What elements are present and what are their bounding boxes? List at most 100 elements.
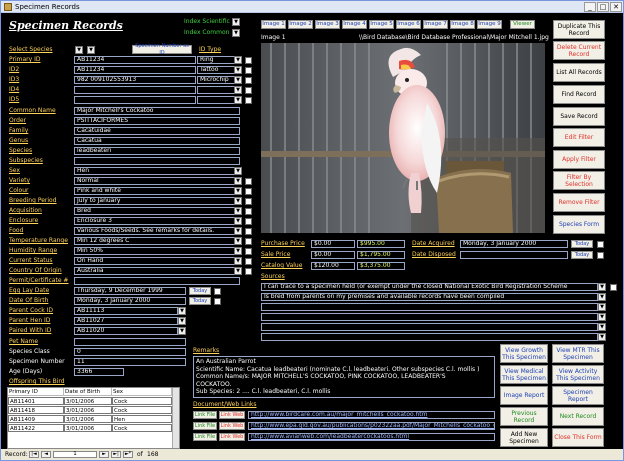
id3-type-field[interactable]: Microchip xyxy=(197,76,235,84)
offspring-id[interactable]: AB11409 xyxy=(8,415,64,423)
variety-field[interactable]: Normal xyxy=(74,177,235,185)
date-disposed-today-button[interactable]: Today xyxy=(571,251,593,259)
parent-hen-id-dropdown[interactable]: ▼ xyxy=(178,317,186,325)
view-growth-button[interactable]: View Growth This Specimen xyxy=(500,344,548,363)
first-record-icon[interactable]: |◄ xyxy=(29,451,39,458)
table-row[interactable]: AB11401 3/01/2006 Cock xyxy=(8,397,181,405)
tab-image-2[interactable]: Image 2 xyxy=(288,20,313,29)
filter-by-selection-button[interactable]: Filter By Selection xyxy=(553,171,605,190)
colour-checkbox[interactable] xyxy=(245,188,252,195)
tab-image-5[interactable]: Image 5 xyxy=(369,20,394,29)
source-line-1-checkbox[interactable] xyxy=(610,284,617,291)
food-field[interactable]: Various Foods/Seeds. See remarks for det… xyxy=(74,227,235,235)
parent-cock-id-field[interactable]: AB11113 xyxy=(74,307,178,315)
variety-checkbox[interactable] xyxy=(245,178,252,185)
species-class-field[interactable]: 0 xyxy=(74,348,186,356)
acquisition-field[interactable]: Bred xyxy=(74,207,235,215)
offspring-sex[interactable]: Cock xyxy=(112,424,172,432)
order-field[interactable]: PSITTACIFORMES xyxy=(74,117,240,125)
minimize-button[interactable]: _ xyxy=(584,2,596,12)
link-file-button-3[interactable]: Link File xyxy=(193,433,217,441)
link-file-button-1[interactable]: Link File xyxy=(193,411,217,419)
offspring-dob[interactable]: 3/01/2006 xyxy=(64,406,112,414)
specimen-number-as-id-button[interactable]: Specimen Number as ID xyxy=(132,43,192,56)
id2-type-dropdown[interactable]: ▼ xyxy=(234,66,242,74)
select-species-dropdown-1[interactable]: ▼ xyxy=(75,46,83,54)
save-record-button[interactable]: Save Record xyxy=(553,107,605,126)
offspring-dob[interactable]: 3/01/2006 xyxy=(64,424,112,432)
link-web-button-2[interactable]: Link Web xyxy=(219,422,245,430)
date-disposed-field[interactable] xyxy=(460,251,568,259)
weblink-url-2[interactable]: http://www.epa.qld.gov.au/publications/p… xyxy=(248,422,495,430)
weblink-url-3[interactable]: http://www.avianweb.com/leadbeatercockat… xyxy=(248,433,495,441)
id4-checkbox[interactable] xyxy=(245,87,252,94)
temperature-range-field[interactable]: Min 12 degrees C xyxy=(74,237,235,245)
add-new-specimen-button[interactable]: Add New Specimen xyxy=(500,428,548,447)
source-line-6-dropdown[interactable]: ▼ xyxy=(598,333,606,341)
paired-with-id-dropdown[interactable]: ▼ xyxy=(178,327,186,335)
source-line-4-dropdown[interactable]: ▼ xyxy=(598,313,606,321)
id3-field[interactable]: 982 009102553913 xyxy=(74,76,196,84)
apply-filter-button[interactable]: Apply Filter xyxy=(553,150,605,169)
primary-id-type-dropdown[interactable]: ▼ xyxy=(234,56,242,64)
index-common-dropdown[interactable]: ▼ xyxy=(232,29,240,37)
id5-checkbox[interactable] xyxy=(245,97,252,104)
specimen-number-field[interactable]: 11 xyxy=(74,358,186,366)
date-acquired-field[interactable]: Monday, 3 January 2000 xyxy=(460,240,568,248)
colour-field[interactable]: Pink and white xyxy=(74,187,235,195)
source-line-5[interactable] xyxy=(261,323,598,331)
edit-filter-button[interactable]: Edit Filter xyxy=(553,128,605,147)
species-field[interactable]: leadbeateri xyxy=(74,147,240,155)
close-form-button[interactable]: Close This Form xyxy=(552,428,604,447)
sale-price-field[interactable]: $0.00 xyxy=(311,251,355,259)
close-window-button[interactable]: ✕ xyxy=(610,2,622,12)
link-file-button-2[interactable]: Link File xyxy=(193,422,217,430)
specimen-photo[interactable] xyxy=(261,43,545,233)
source-line-3-dropdown[interactable]: ▼ xyxy=(598,303,606,311)
humidity-range-checkbox[interactable] xyxy=(245,248,252,255)
view-activity-button[interactable]: View Activity This Specimen xyxy=(552,365,604,384)
table-row[interactable]: AB11418 3/01/2006 Cock xyxy=(8,406,181,414)
dob-checkbox[interactable] xyxy=(214,298,221,305)
offspring-sex[interactable]: Cock xyxy=(112,397,172,405)
table-row[interactable]: AB11422 3/01/2006 Cock xyxy=(8,424,181,432)
id5-type-field[interactable] xyxy=(197,96,235,104)
family-field[interactable]: Cacatuidae xyxy=(74,127,240,135)
source-line-2[interactable]: Is bred from parents on my premises and … xyxy=(261,293,598,301)
offspring-id[interactable]: AB11418 xyxy=(8,406,64,414)
pet-name-field[interactable] xyxy=(74,338,186,346)
duplicate-record-button[interactable]: Duplicate This Record xyxy=(553,20,605,39)
sex-field[interactable]: Hen xyxy=(74,167,235,175)
common-name-field[interactable]: Major Mitchell's Cockatoo xyxy=(74,107,240,115)
link-web-button-1[interactable]: Link Web xyxy=(219,411,245,419)
remove-filter-button[interactable]: Remove Filter xyxy=(553,193,605,212)
humidity-range-dropdown[interactable]: ▼ xyxy=(234,247,242,255)
tab-image-8[interactable]: Image 8 xyxy=(450,20,475,29)
last-record-icon[interactable]: ►| xyxy=(111,451,121,458)
index-scientific-dropdown[interactable]: ▼ xyxy=(232,18,240,26)
variety-dropdown[interactable]: ▼ xyxy=(234,177,242,185)
breeding-period-dropdown[interactable]: ▼ xyxy=(234,197,242,205)
date-acquired-today-button[interactable]: Today xyxy=(571,240,593,248)
previous-record-icon[interactable]: ◄ xyxy=(41,451,51,458)
breeding-period-checkbox[interactable] xyxy=(245,198,252,205)
date-disposed-checkbox[interactable] xyxy=(597,252,604,259)
tab-image-3[interactable]: Image 3 xyxy=(315,20,340,29)
paired-with-id-field[interactable]: AB11020 xyxy=(74,327,178,335)
source-line-6[interactable] xyxy=(261,333,598,341)
offspring-sex[interactable]: Cock xyxy=(112,406,172,414)
next-record-button[interactable]: Next Record xyxy=(552,407,604,426)
id2-field[interactable]: AB11234 xyxy=(74,66,196,74)
colour-dropdown[interactable]: ▼ xyxy=(234,187,242,195)
offspring-id[interactable]: AB11422 xyxy=(8,424,64,432)
parent-hen-id-field[interactable]: AB11027 xyxy=(74,317,178,325)
current-record-input[interactable]: 1 xyxy=(53,451,97,458)
acquisition-dropdown[interactable]: ▼ xyxy=(234,207,242,215)
id3-type-dropdown[interactable]: ▼ xyxy=(234,76,242,84)
id4-type-dropdown[interactable]: ▼ xyxy=(234,86,242,94)
date-acquired-checkbox[interactable] xyxy=(597,241,604,248)
delete-record-button[interactable]: Delete Current Record xyxy=(553,41,605,60)
tab-image-6[interactable]: Image 6 xyxy=(396,20,421,29)
egg-lay-today-button[interactable]: Today xyxy=(189,287,211,295)
offspring-dob[interactable]: 3/01/2006 xyxy=(64,397,112,405)
